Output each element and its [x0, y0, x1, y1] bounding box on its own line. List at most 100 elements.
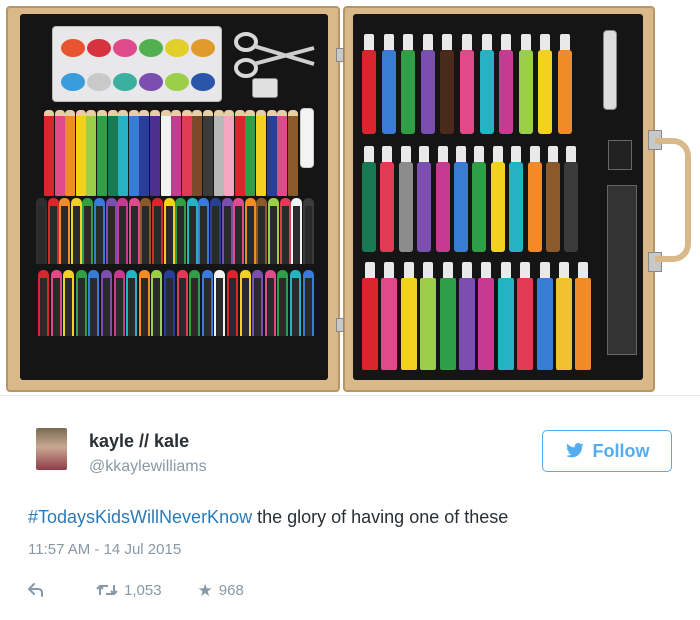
crayon-wrapper: [268, 206, 279, 264]
crayon-wrapper: [113, 278, 125, 336]
crayon-wrapper: [214, 278, 226, 336]
marker: [479, 50, 494, 134]
follow-label: Follow: [592, 440, 650, 461]
crayon-wrapper: [201, 278, 213, 336]
marker-cap: [456, 146, 466, 162]
marker: [440, 50, 455, 134]
watercolor-pan: [139, 39, 163, 57]
paint-tube: [478, 278, 495, 370]
crayon-wrapper: [38, 278, 49, 336]
crayon-wrapper: [128, 206, 140, 264]
avatar[interactable]: [36, 428, 67, 470]
crayon-wrapper: [164, 278, 175, 336]
favorite-count: 968: [218, 581, 244, 599]
pencil-sharpener: [252, 78, 278, 98]
crayon-wrapper: [264, 278, 276, 336]
marker-cap: [511, 146, 522, 162]
timestamp[interactable]: 11:57 AM - 14 Jul 2015: [28, 541, 181, 558]
colored-pencil: [118, 110, 129, 196]
username[interactable]: @kkaylewilliams: [89, 458, 207, 476]
follow-button[interactable]: Follow: [542, 430, 672, 472]
paint-tube: [517, 278, 534, 370]
tube-cap: [559, 262, 569, 278]
marker: [401, 50, 416, 134]
crayon-wrapper: [198, 206, 210, 264]
marker-cap: [548, 146, 558, 162]
colored-pencil: [245, 110, 256, 196]
paint-tube: [439, 278, 456, 370]
colored-pencil: [213, 110, 224, 196]
display-name[interactable]: kayle // kale: [89, 431, 189, 452]
crayon-wrapper: [221, 206, 233, 264]
marker: [435, 162, 450, 252]
colored-pencil: [139, 110, 150, 196]
crayon-wrapper: [277, 278, 289, 336]
tube-cap: [578, 262, 589, 278]
retweet-button[interactable]: 1,053: [96, 582, 162, 599]
colored-pencil: [256, 110, 266, 196]
marker-cap: [492, 146, 503, 162]
marker-cap: [520, 34, 531, 50]
marker-cap: [422, 34, 433, 50]
crayon-wrapper: [175, 206, 187, 264]
crayon-wrapper: [70, 206, 82, 264]
colored-pencil: [150, 110, 160, 196]
crayon-wrapper: [302, 206, 314, 264]
marker: [398, 162, 413, 252]
colored-pencil: [171, 110, 182, 196]
marker: [381, 50, 396, 134]
watercolor-pan: [113, 39, 137, 57]
tube-cap: [462, 262, 472, 278]
crayon-wrapper: [163, 206, 175, 264]
crayon-wrapper: [101, 278, 112, 336]
marker-cap: [566, 146, 577, 162]
watercolor-pan: [139, 73, 163, 91]
tube-cap: [539, 262, 550, 278]
colored-pencil: [234, 110, 245, 196]
paint-tube: [381, 278, 398, 370]
crayon-wrapper: [244, 206, 256, 264]
marker-cap: [540, 34, 551, 50]
reply-icon: [28, 583, 43, 597]
crayon-wrapper: [227, 278, 238, 336]
marker-cap: [383, 34, 394, 50]
crayon-wrapper: [63, 278, 75, 336]
crayon-wrapper: [186, 206, 198, 264]
crayon-wrapper: [82, 206, 94, 264]
paint-tube: [459, 278, 475, 370]
crayon-wrapper: [151, 278, 163, 336]
crayon-wrapper: [302, 278, 314, 336]
crayon-wrapper: [75, 278, 87, 336]
colored-pencil: [203, 110, 213, 196]
marker-cap: [474, 146, 485, 162]
crayon-wrapper: [279, 206, 291, 264]
tube-cap: [365, 262, 375, 278]
marker-cap: [481, 34, 492, 50]
colored-pencil: [287, 110, 298, 196]
watercolor-palette: [52, 26, 222, 102]
crayon-wrapper: [59, 206, 71, 264]
tweet-photo[interactable]: [0, 0, 700, 395]
marker: [527, 162, 542, 252]
crayon-wrapper: [290, 278, 301, 336]
crayon-wrapper: [88, 278, 100, 336]
watercolor-pan: [191, 39, 215, 57]
colored-pencil: [107, 110, 118, 196]
marker: [546, 162, 560, 252]
case-hinge: [336, 318, 344, 332]
marker-cap: [364, 34, 374, 50]
tube-cap: [520, 262, 531, 278]
twitter-bird-icon: [565, 443, 584, 458]
watercolor-pan: [87, 39, 111, 57]
marker: [380, 162, 395, 252]
tube-cap: [384, 262, 395, 278]
colored-pencil: [54, 110, 65, 196]
reply-button[interactable]: [28, 583, 44, 597]
paint-tube: [497, 278, 514, 370]
glue-stick: [608, 140, 632, 170]
marker-cap: [403, 34, 414, 50]
favorite-button[interactable]: ★ 968: [198, 582, 244, 599]
hashtag-link[interactable]: #TodaysKidsWillNeverKnow: [28, 507, 252, 527]
favorite-icon: ★: [197, 580, 213, 600]
tweet-text: #TodaysKidsWillNeverKnow the glory of ha…: [28, 507, 508, 528]
